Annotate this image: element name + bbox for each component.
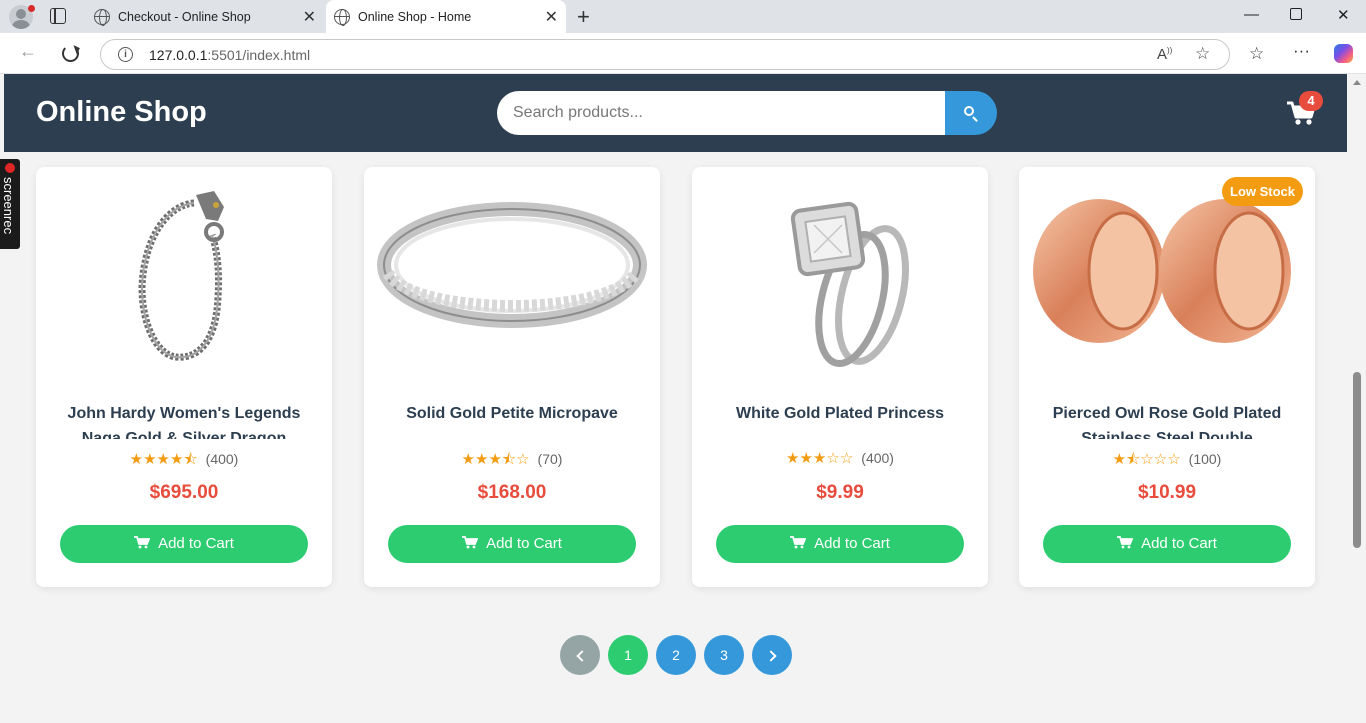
add-to-cart-button[interactable]: Add to Cart bbox=[716, 525, 964, 563]
product-name[interactable]: Pierced Owl Rose Gold Plated Stainless S… bbox=[1039, 401, 1295, 439]
tab-actions-icon[interactable] bbox=[50, 8, 66, 24]
restore-icon[interactable] bbox=[1290, 8, 1302, 20]
add-to-cart-button[interactable]: Add to Cart bbox=[60, 525, 308, 563]
rating-stars-icon: ★★★☆☆ bbox=[786, 450, 854, 467]
product-name[interactable]: Solid Gold Petite Micropave bbox=[384, 401, 640, 439]
tab-title: Checkout - Online Shop bbox=[118, 10, 251, 24]
product-name[interactable]: John Hardy Women's Legends Naga Gold & S… bbox=[56, 401, 312, 439]
minimize-icon[interactable]: — bbox=[1244, 6, 1259, 23]
product-price: $9.99 bbox=[816, 482, 864, 503]
product-image-ring-band[interactable] bbox=[374, 177, 650, 367]
site-logo[interactable]: Online Shop bbox=[36, 96, 207, 129]
product-image-bracelet[interactable] bbox=[46, 177, 322, 367]
cart-icon bbox=[790, 536, 807, 549]
product-card: White Gold Plated Princess ★★★☆☆ (400) $9… bbox=[692, 167, 988, 587]
product-rating: ★⯪☆☆☆ (100) bbox=[1019, 449, 1315, 474]
notification-dot bbox=[28, 5, 35, 12]
close-window-icon[interactable]: ✕ bbox=[1337, 6, 1350, 24]
site-info-icon[interactable]: i bbox=[118, 47, 133, 62]
page-button-1[interactable]: 1 bbox=[608, 635, 648, 675]
search-input[interactable] bbox=[497, 91, 947, 135]
url-text: 127.0.0.1:5501/index.html bbox=[149, 47, 310, 63]
pagination: 1 2 3 bbox=[0, 635, 1348, 675]
tab-title: Online Shop - Home bbox=[358, 10, 472, 24]
more-menu-icon[interactable]: ··· bbox=[1293, 41, 1310, 61]
page-scrollbar[interactable] bbox=[1348, 74, 1366, 723]
cart-icon bbox=[462, 536, 479, 549]
url-host: 127.0.0.1 bbox=[149, 47, 208, 63]
url-path: :5501/index.html bbox=[207, 47, 311, 63]
favorite-star-icon[interactable]: ☆ bbox=[1195, 44, 1210, 64]
page-button-3[interactable]: 3 bbox=[704, 635, 744, 675]
cart-icon bbox=[134, 536, 151, 549]
low-stock-badge: Low Stock bbox=[1222, 177, 1304, 206]
prev-page-button[interactable] bbox=[560, 635, 600, 675]
globe-icon bbox=[334, 9, 350, 26]
copilot-icon[interactable] bbox=[1334, 44, 1353, 63]
scroll-up-arrow-icon[interactable] bbox=[1353, 80, 1361, 85]
add-to-cart-label: Add to Cart bbox=[486, 535, 562, 552]
review-count: (400) bbox=[861, 450, 894, 466]
chevron-right-icon bbox=[764, 650, 777, 662]
address-bar[interactable]: i 127.0.0.1:5501/index.html A)) ☆ bbox=[100, 39, 1230, 70]
add-to-cart-button[interactable]: Add to Cart bbox=[1043, 525, 1291, 563]
product-rating: ★★★★⯪ (400) bbox=[36, 449, 332, 474]
back-arrow-icon[interactable]: ← bbox=[19, 41, 37, 62]
cart-count-badge: 4 bbox=[1299, 91, 1323, 111]
rating-stars-icon: ★★★⯪☆ bbox=[461, 451, 530, 468]
favorites-icon[interactable]: ☆ bbox=[1249, 44, 1264, 64]
product-name[interactable]: White Gold Plated Princess bbox=[712, 401, 968, 439]
record-icon bbox=[5, 163, 15, 173]
search-icon bbox=[964, 106, 974, 116]
add-to-cart-label: Add to Cart bbox=[814, 535, 890, 552]
product-card: Low Stock Pierced Owl Rose Gold Plated S… bbox=[1019, 167, 1315, 587]
rating-stars-icon: ★★★★⯪ bbox=[129, 451, 198, 468]
browser-tab-bar: Checkout - Online Shop ✕ Online Shop - H… bbox=[0, 0, 1366, 33]
review-count: (400) bbox=[205, 451, 239, 467]
tab-checkout[interactable]: Checkout - Online Shop ✕ bbox=[86, 0, 324, 33]
product-price: $695.00 bbox=[149, 482, 219, 503]
add-to-cart-label: Add to Cart bbox=[158, 535, 234, 552]
cart-icon bbox=[1117, 536, 1134, 549]
next-page-button[interactable] bbox=[752, 635, 792, 675]
globe-icon bbox=[94, 9, 110, 26]
add-to-cart-label: Add to Cart bbox=[1141, 535, 1217, 552]
new-tab-icon[interactable]: + bbox=[577, 4, 590, 30]
product-image-engagement-ring[interactable] bbox=[702, 177, 978, 367]
review-count: (100) bbox=[1188, 451, 1222, 467]
product-price: $10.99 bbox=[1137, 482, 1197, 503]
add-to-cart-button[interactable]: Add to Cart bbox=[388, 525, 636, 563]
read-aloud-icon[interactable]: A)) bbox=[1157, 46, 1172, 63]
scrollbar-thumb[interactable] bbox=[1353, 372, 1361, 548]
chevron-left-icon bbox=[575, 650, 588, 662]
reload-icon[interactable] bbox=[62, 45, 79, 62]
product-rating: ★★★☆☆ (400) bbox=[692, 449, 988, 467]
product-card: John Hardy Women's Legends Naga Gold & S… bbox=[36, 167, 332, 587]
page-viewport: Online Shop 4 screenrec John Hardy Women… bbox=[0, 74, 1348, 723]
page-button-2[interactable]: 2 bbox=[656, 635, 696, 675]
search-button[interactable] bbox=[945, 91, 997, 135]
screenrec-label: screenrec bbox=[1, 177, 16, 235]
product-price: $168.00 bbox=[477, 482, 547, 503]
close-tab-icon[interactable]: ✕ bbox=[545, 7, 558, 27]
review-count: (70) bbox=[537, 451, 563, 467]
close-tab-icon[interactable]: ✕ bbox=[303, 7, 316, 27]
screenrec-widget[interactable]: screenrec bbox=[0, 159, 20, 249]
rating-stars-icon: ★⯪☆☆☆ bbox=[1112, 451, 1181, 468]
shop-header: Online Shop 4 bbox=[4, 74, 1347, 152]
tab-home[interactable]: Online Shop - Home ✕ bbox=[326, 0, 566, 33]
product-rating: ★★★⯪☆ (70) bbox=[364, 449, 660, 474]
product-card: Solid Gold Petite Micropave ★★★⯪☆ (70) $1… bbox=[364, 167, 660, 587]
